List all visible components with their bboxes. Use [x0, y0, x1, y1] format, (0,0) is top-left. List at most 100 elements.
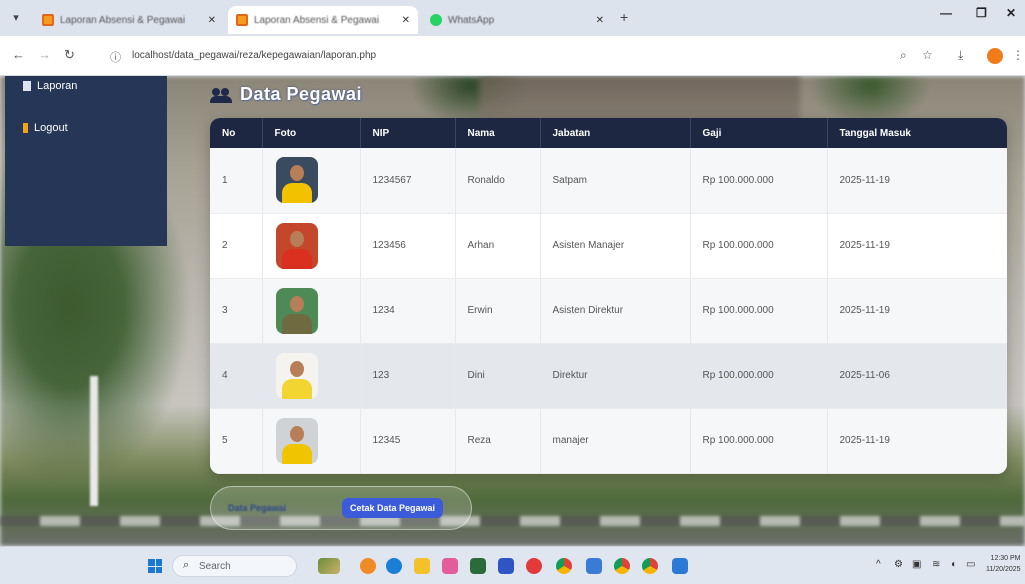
address-bar: ← → ↻ ⓘ localhost/data_pegawai/reza/kepe… [0, 36, 1025, 76]
wifi-icon[interactable]: ≋ [932, 559, 940, 570]
window-close-icon[interactable]: ✕ [1006, 6, 1016, 20]
back-icon[interactable]: ← [12, 47, 25, 62]
cell-foto [262, 278, 361, 344]
cell-nama: Ronaldo [455, 148, 541, 214]
page-title-text: Data Pegawai [240, 84, 363, 104]
app-icon[interactable] [672, 558, 688, 574]
file-explorer-icon[interactable] [414, 558, 430, 574]
tab-search-icon[interactable]: ▾ [6, 8, 26, 28]
cell-jabatan: Asisten Manajer [540, 213, 691, 279]
background-road [0, 516, 1025, 526]
cell-jabatan: manajer [540, 408, 691, 474]
zoom-icon[interactable]: ⌕ [900, 48, 907, 63]
column-header-gaji: Gaji [690, 118, 828, 148]
background-pillar [90, 376, 98, 506]
app-icon[interactable] [586, 558, 602, 574]
clock[interactable]: 12:30 PM 11/20/2025 [986, 553, 1021, 575]
chrome-icon[interactable] [614, 558, 630, 574]
cell-nip: 12345 [360, 408, 456, 474]
sidebar: Laporan Logout [5, 76, 167, 246]
cell-gaji: Rp 100.000.000 [690, 278, 828, 344]
minimize-icon[interactable]: — [940, 6, 952, 20]
photo-head [289, 165, 304, 182]
download-icon[interactable]: ⤓ [958, 48, 963, 63]
page-viewport: Laporan Logout Data Pegawai No Foto NIP … [0, 76, 1025, 546]
photo-head [289, 425, 304, 442]
browser-tab-1[interactable]: Laporan Absensi & Pegawai ✕ [34, 6, 224, 34]
tab-close-icon[interactable]: ✕ [596, 15, 604, 26]
bookmark-star-icon[interactable]: ☆ [922, 48, 933, 62]
app-icon[interactable] [498, 558, 514, 574]
reload-icon[interactable]: ↻ [64, 47, 75, 63]
tab-favicon-icon [42, 14, 54, 26]
tab-close-icon[interactable]: ✕ [208, 15, 216, 26]
document-icon [23, 81, 31, 91]
users-icon [210, 87, 232, 103]
cell-no: 3 [210, 278, 263, 344]
table-header-row: No Foto NIP Nama Jabatan Gaji Tanggal Ma… [210, 118, 1007, 148]
taskbar: ⌕ Search ^ ⚙ ▣ ≋ ◖ ▭ 12:30 PM 11/20/2025 [0, 546, 1025, 584]
cell-gaji: Rp 100.000.000 [690, 148, 828, 214]
photo-body [281, 443, 312, 464]
cell-no: 4 [210, 343, 263, 409]
cell-tanggal-masuk: 2025-11-19 [827, 148, 1007, 214]
tab-label: WhatsApp [448, 14, 495, 26]
battery-icon[interactable]: ▭ [966, 559, 975, 570]
whatsapp-favicon-icon [430, 14, 442, 26]
photo-head [289, 230, 304, 247]
app-icon[interactable] [470, 558, 486, 574]
cell-tanggal-masuk: 2025-11-19 [827, 213, 1007, 279]
cell-foto [262, 213, 361, 279]
site-info-icon[interactable]: ⓘ [110, 49, 121, 65]
photo-head [289, 295, 304, 312]
profile-avatar[interactable] [987, 48, 1003, 64]
cell-gaji: Rp 100.000.000 [690, 213, 828, 279]
browser-tab-2[interactable]: Laporan Absensi & Pegawai ✕ [228, 6, 418, 34]
windows-start-icon[interactable] [148, 559, 162, 573]
app-icon[interactable] [360, 558, 376, 574]
print-employee-data-button[interactable]: Cetak Data Pegawai [342, 498, 444, 518]
employee-photo [275, 287, 318, 334]
tab-close-icon[interactable]: ✕ [402, 15, 410, 26]
data-pegawai-link[interactable]: Data Pegawai [228, 503, 286, 513]
volume-icon[interactable]: ◖ [950, 559, 956, 570]
forward-icon[interactable]: → [38, 47, 51, 62]
cell-foto [262, 148, 361, 214]
new-tab-icon[interactable]: + [620, 9, 628, 25]
table-row: 5 12345 Reza manajer Rp 100.000.000 2025… [210, 408, 1007, 474]
weather-widget-icon[interactable] [318, 558, 340, 574]
sidebar-item-logout[interactable]: Logout [23, 122, 68, 134]
tab-favicon-icon [236, 14, 248, 26]
photo-body [281, 378, 312, 399]
door-icon [23, 123, 28, 133]
cell-nama: Erwin [455, 278, 541, 344]
cell-nama: Dini [455, 343, 541, 409]
employee-table-card: No Foto NIP Nama Jabatan Gaji Tanggal Ma… [210, 118, 1007, 474]
search-placeholder: Search [199, 561, 231, 572]
menu-kebab-icon[interactable]: ⋮ [1012, 48, 1024, 62]
sidebar-item-laporan[interactable]: Laporan [23, 80, 77, 92]
chrome-icon[interactable] [556, 558, 572, 574]
sidebar-item-label: Laporan [37, 80, 78, 92]
tray-app-icon[interactable]: ⚙ [894, 559, 903, 570]
table-body: 1 1234567 Ronaldo Satpam Rp 100.000.000 … [210, 148, 1007, 474]
column-header-jabatan: Jabatan [540, 118, 691, 148]
app-icon[interactable] [442, 558, 458, 574]
cell-nip: 1234 [360, 278, 456, 344]
browser-tab-3[interactable]: WhatsApp ✕ [422, 6, 612, 34]
cell-nama: Arhan [455, 213, 541, 279]
tray-app-icon[interactable]: ▣ [912, 559, 921, 570]
cell-nip: 123 [360, 343, 456, 409]
restore-icon[interactable]: ❐ [976, 6, 987, 20]
taskbar-search-input[interactable]: ⌕ Search [172, 555, 297, 577]
cell-tanggal-masuk: 2025-11-19 [827, 408, 1007, 474]
app-icon[interactable] [526, 558, 542, 574]
tray-chevron-icon[interactable]: ^ [876, 559, 881, 570]
chrome-icon[interactable] [642, 558, 658, 574]
table-row: 3 1234 Erwin Asisten Direktur Rp 100.000… [210, 278, 1007, 344]
edge-icon[interactable] [386, 558, 402, 574]
column-header-tanggal-masuk: Tanggal Masuk [839, 127, 912, 139]
cell-gaji: Rp 100.000.000 [690, 343, 828, 409]
url-text[interactable]: localhost/data_pegawai/reza/kepegawaian/… [132, 50, 376, 61]
tab-label: Laporan Absensi & Pegawai [60, 14, 186, 26]
